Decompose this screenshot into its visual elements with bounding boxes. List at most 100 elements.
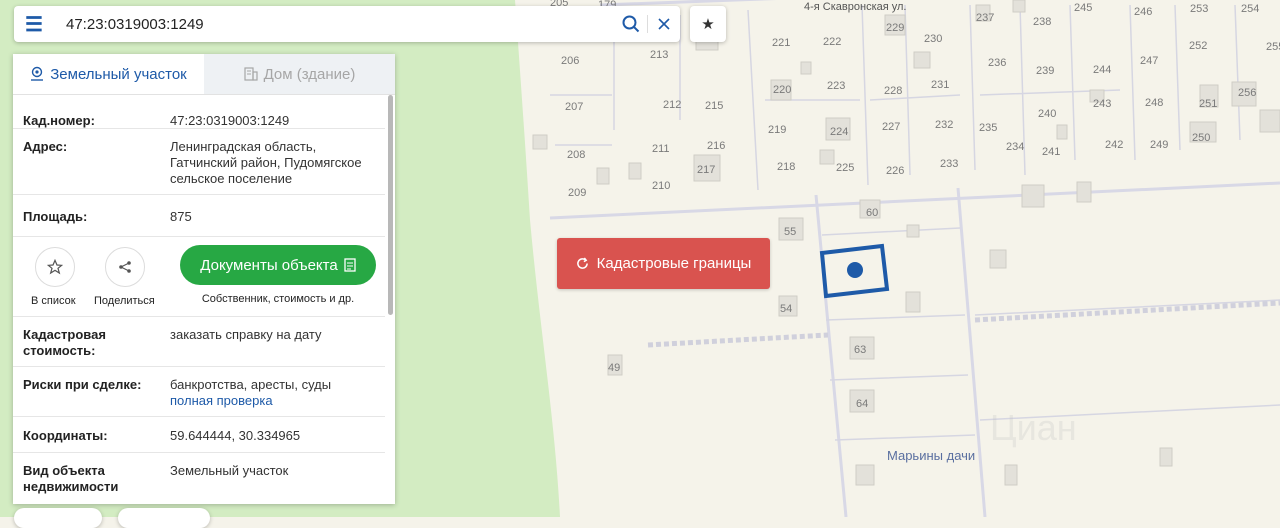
svg-text:247: 247 [1140,55,1158,67]
svg-text:239: 239 [1036,65,1054,77]
row-object-type: Вид объекта недвижимости Земельный участ… [13,453,385,503]
svg-text:209: 209 [568,187,586,199]
row-area: Площадь: 875 [13,195,385,237]
svg-text:242: 242 [1105,139,1123,151]
row-address: Адрес: Ленинградская область, Гатчинский… [13,129,385,195]
svg-text:234: 234 [1006,141,1024,153]
row-cad-cost: Кадастровая стоимость: заказать справку … [13,317,385,367]
cad-number-link[interactable]: 47:23:0319003:1249 [170,113,375,128]
svg-text:244: 244 [1093,64,1111,76]
documents-button-label: Документы объекта [200,256,338,274]
svg-text:207: 207 [565,101,583,113]
share-button[interactable] [105,247,145,287]
svg-text:253: 253 [1190,3,1208,15]
svg-text:232: 232 [935,119,953,131]
svg-text:248: 248 [1145,97,1163,109]
row-risks: Риски при сделке: банкротства, аресты, с… [13,367,385,417]
panel-scrollbar[interactable] [388,95,393,315]
svg-text:226: 226 [886,165,904,177]
svg-text:227: 227 [882,121,900,133]
documents-button[interactable]: Документы объекта [180,245,376,285]
svg-text:223: 223 [827,80,845,92]
risks-label: Риски при сделке: [23,377,142,392]
tab-bar: Земельный участок Дом (здание) [13,54,395,95]
plot-marker[interactable] [847,262,863,278]
tab-land-plot-label: Земельный участок [50,65,187,83]
add-to-list-button[interactable] [35,247,75,287]
svg-text:250: 250 [1192,132,1210,144]
close-icon[interactable] [648,6,680,42]
svg-text:49: 49 [608,362,620,374]
svg-text:217: 217 [697,164,715,176]
svg-text:213: 213 [650,49,668,61]
info-panel: Земельный участок Дом (здание) Кад.номер… [13,54,395,504]
tab-house-label: Дом (здание) [263,65,356,83]
svg-text:249: 249 [1150,139,1168,151]
share-label: Поделиться [94,295,155,307]
svg-text:228: 228 [884,85,902,97]
full-check-link[interactable]: полная проверка [170,393,375,409]
svg-text:210: 210 [652,180,670,192]
svg-text:212: 212 [663,99,681,111]
favorite-star-icon[interactable]: ★ [690,6,726,42]
svg-text:229: 229 [886,22,904,34]
svg-text:220: 220 [773,84,791,96]
svg-text:252: 252 [1189,40,1207,52]
svg-text:218: 218 [777,161,795,173]
svg-text:240: 240 [1038,108,1056,120]
svg-text:231: 231 [931,79,949,91]
svg-text:215: 215 [705,100,723,112]
area-name: Марьины дачи [887,448,975,463]
svg-text:208: 208 [567,149,585,161]
risks-value-block: банкротства, аресты, суды полная проверк… [170,377,375,416]
tab-house[interactable]: Дом (здание) [204,54,395,94]
menu-icon[interactable]: ☰ [14,6,54,42]
street-name: 4-я Скавронская ул. [804,1,906,13]
share-icon [119,261,131,273]
address-value: Ленинградская область, Гатчинский район,… [170,139,362,186]
svg-text:224: 224 [830,126,848,138]
svg-text:222: 222 [823,36,841,48]
area-label: Площадь: [23,209,88,224]
svg-text:206: 206 [561,55,579,67]
svg-text:221: 221 [772,37,790,49]
svg-text:60: 60 [866,207,878,219]
svg-text:254: 254 [1241,3,1259,15]
address-label: Адрес: [23,139,68,154]
coordinates-value: 59.644444, 30.334965 [170,428,301,443]
cadastral-borders-button[interactable]: Кадастровые границы [557,238,770,289]
svg-text:211: 211 [652,143,670,155]
svg-text:241: 241 [1042,146,1060,158]
area-value: 875 [170,209,192,224]
svg-text:238: 238 [1033,16,1051,28]
bottom-control-right[interactable] [118,508,210,528]
cad-number-label: Кад.номер: [23,113,95,128]
svg-text:216: 216 [707,140,725,152]
object-type-value: Земельный участок [170,463,289,478]
documents-subtitle: Собственник, стоимость и др. [201,293,355,305]
search-bar: ☰ [14,6,680,42]
risks-value: банкротства, аресты, суды [170,377,332,392]
refresh-icon [576,257,588,269]
bottom-control-left[interactable] [14,508,102,528]
search-input[interactable] [54,9,615,39]
svg-text:235: 235 [979,122,997,134]
row-cad-number: Кад.номер: 47:23:0319003:1249 [13,95,385,129]
object-type-label: Вид объекта недвижимости [23,463,119,494]
cad-cost-label: Кадастровая стоимость: [23,327,106,358]
star-outline-icon [47,259,63,275]
order-certificate-link[interactable]: заказать справку на дату [170,327,375,366]
watermark: Циан [990,407,1077,448]
search-icon[interactable] [615,6,647,42]
coordinates-label: Координаты: [23,428,108,443]
svg-text:55: 55 [784,226,796,238]
document-icon [344,258,356,272]
svg-text:243: 243 [1093,98,1111,110]
svg-text:219: 219 [768,124,786,136]
svg-text:255: 255 [1266,41,1280,53]
svg-text:54: 54 [780,303,792,315]
svg-text:246: 246 [1134,6,1152,18]
tab-land-plot[interactable]: Земельный участок [13,54,204,94]
building-icon [243,67,258,81]
svg-text:230: 230 [924,33,942,45]
